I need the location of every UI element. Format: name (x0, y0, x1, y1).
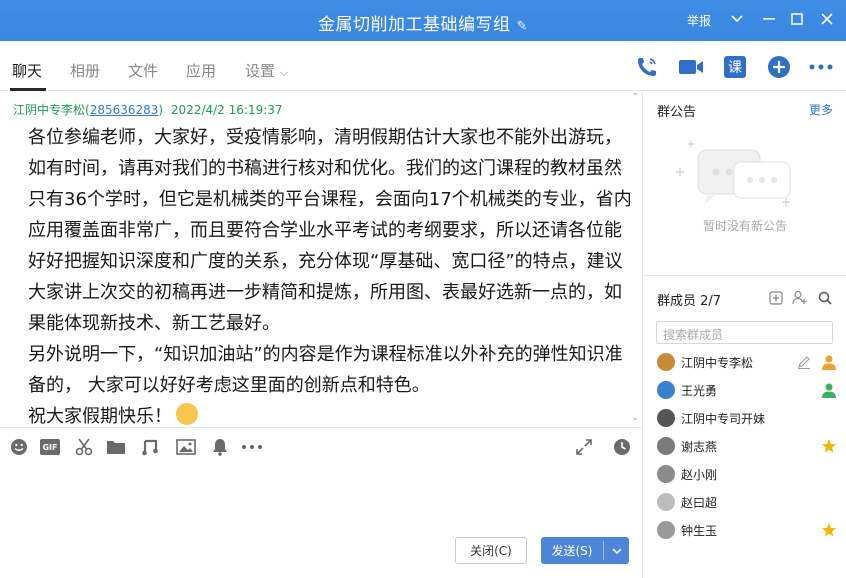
search-members-icon[interactable] (818, 290, 832, 309)
maximize-icon[interactable] (786, 8, 808, 30)
member-name: 谢志燕 (681, 439, 718, 454)
member-item[interactable]: 钟生玉 (657, 516, 837, 544)
chevron-down-icon[interactable] (726, 8, 748, 30)
image-icon[interactable] (176, 437, 196, 457)
screenshot-scissors-icon[interactable] (74, 437, 94, 457)
tab-settings-label: 设置 (245, 62, 276, 80)
send-options-chevron-icon[interactable] (604, 547, 629, 554)
gif-icon[interactable]: GIF (40, 437, 60, 457)
member-item[interactable]: 谢志燕 (657, 432, 837, 460)
composer-toolbar: GIF (0, 427, 643, 465)
member-item[interactable]: 江阴中专李松 (657, 348, 837, 376)
message-paragraph: 各位参编老师，大家好，受疫情影响，清明假期估计大家也不能外出游玩，如有时间，请再… (28, 127, 632, 334)
video-call-icon[interactable] (678, 54, 704, 80)
avatar (657, 465, 675, 483)
member-item[interactable]: 赵曰超 (657, 488, 837, 516)
sender-name-close: ) (158, 103, 164, 117)
add-circle-icon[interactable] (766, 54, 792, 80)
members-title: 群成员 2/7 (657, 294, 722, 309)
more-tools-icon[interactable] (242, 437, 262, 457)
star-icon (821, 438, 837, 454)
sidebar-divider (644, 275, 846, 276)
empty-announcement-illustration-icon (674, 132, 814, 216)
sender-name: 江阴中专李松( (13, 103, 90, 117)
announcement-title: 群公告 (657, 105, 697, 120)
message-timestamp: 2022/4/2 16:19:37 (170, 103, 283, 117)
member-name: 钟生玉 (681, 523, 718, 538)
minimize-icon[interactable] (758, 8, 780, 30)
folder-icon[interactable] (106, 437, 126, 457)
message-paragraph-text: 祝大家假期快乐！ (28, 406, 172, 427)
message-paragraph: 另外说明一下，“知识加油站”的内容是作为课程标准以外补充的弹性知识准备的， 大家… (28, 344, 623, 396)
avatar (657, 521, 675, 539)
title-bar: 金属切削加工基础编写组 ✎ 举报 (0, 0, 846, 41)
group-sidebar: 群公告 更多 暂时没有新公告 群成员 2/7 搜索群成员 江阴中专李松 王光勇 … (644, 92, 846, 578)
send-button[interactable]: 发送(S) (541, 537, 629, 564)
tab-active-indicator (10, 88, 46, 91)
member-name: 赵小刚 (681, 467, 718, 482)
emoji-icon[interactable] (9, 437, 29, 457)
group-name: 金属切削加工基础编写组 (318, 15, 511, 35)
scroll-down-icon[interactable]: ⌄ (631, 412, 639, 423)
tab-files[interactable]: 文件 (128, 60, 158, 81)
message-sender: 江阴中专李松(285636283) 2022/4/2 16:19:37 (13, 101, 283, 118)
announcement-more-link[interactable]: 更多 (809, 101, 833, 118)
tab-chat[interactable]: 聊天 (12, 60, 42, 81)
star-icon (821, 522, 837, 538)
more-icon[interactable] (808, 54, 834, 80)
nav-bar: 聊天 相册 文件 应用 设置 ⌵ 课 (0, 41, 846, 91)
window-title: 金属切削加工基础编写组 ✎ (0, 10, 846, 35)
edit-title-icon[interactable]: ✎ (517, 19, 528, 34)
tab-settings[interactable]: 设置 ⌵ (245, 60, 288, 81)
bell-icon[interactable] (210, 437, 230, 457)
message-paragraph: 祝大家假期快乐！ (28, 401, 633, 427)
tab-album[interactable]: 相册 (70, 60, 100, 81)
member-item[interactable]: 江阴中专司开妹 (657, 404, 837, 432)
avatar (657, 437, 675, 455)
member-search-input[interactable]: 搜索群成员 (656, 321, 833, 344)
close-icon[interactable] (816, 8, 838, 30)
member-name: 赵曰超 (681, 495, 718, 510)
close-button[interactable]: 关闭(C) (455, 537, 527, 564)
member-name: 王光勇 (681, 383, 718, 398)
expand-icon[interactable] (574, 437, 594, 457)
avatar (657, 353, 675, 371)
member-name: 江阴中专李松 (681, 355, 754, 370)
group-admin-icon (821, 382, 837, 398)
avatar (657, 381, 675, 399)
send-button-label: 发送(S) (551, 544, 593, 558)
phone-call-icon[interactable] (634, 54, 660, 80)
history-clock-icon[interactable] (612, 437, 632, 457)
avatar (657, 493, 675, 511)
class-icon-label: 课 (724, 56, 746, 78)
group-owner-icon (821, 354, 837, 370)
music-note-icon[interactable] (140, 437, 160, 457)
member-item[interactable]: 赵小刚 (657, 460, 837, 488)
message-body: 各位参编老师，大家好，受疫情影响，清明假期估计大家也不能外出游玩，如有时间，请再… (28, 122, 633, 427)
announcement-empty-text: 暂时没有新公告 (702, 219, 787, 233)
edit-card-icon[interactable] (797, 355, 811, 369)
member-item[interactable]: 王光勇 (657, 376, 837, 404)
scroll-up-icon[interactable]: ⌃ (631, 92, 639, 103)
smile-emoji-icon (176, 403, 198, 425)
class-icon[interactable]: 课 (722, 54, 748, 80)
add-member-icon[interactable] (792, 290, 807, 309)
message-input[interactable]: 关闭(C) 发送(S) (0, 465, 643, 578)
chevron-down-icon: ⌵ (279, 66, 289, 79)
invite-member-icon[interactable] (769, 290, 783, 309)
chat-message-area[interactable]: 江阴中专李松(285636283) 2022/4/2 16:19:37 ⌃ 各位… (0, 92, 643, 427)
member-name: 江阴中专司开妹 (681, 411, 766, 426)
avatar (657, 409, 675, 427)
sender-qq-link[interactable]: 285636283 (90, 103, 159, 117)
tab-apps[interactable]: 应用 (186, 60, 216, 81)
report-button[interactable]: 举报 (687, 12, 711, 29)
